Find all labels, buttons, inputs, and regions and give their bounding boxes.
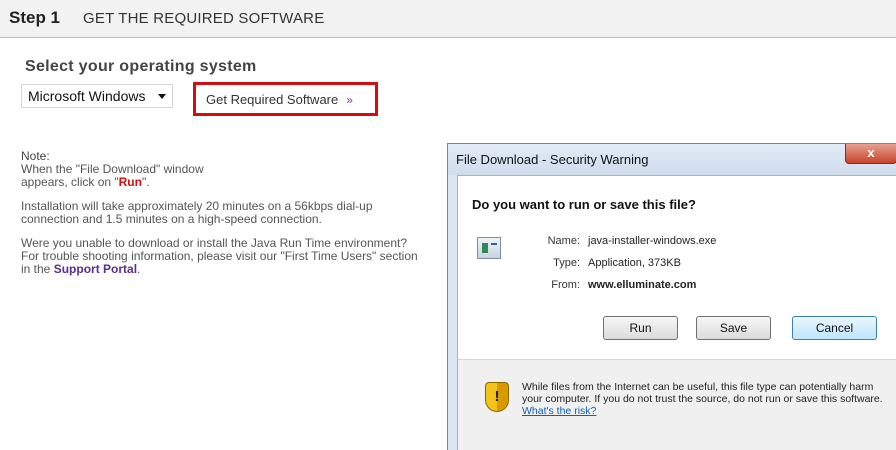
dialog-body: Do you want to run or save this file? Na… [457,175,896,450]
name-label: Name: [547,235,580,247]
troubleshoot-text: Were you unable to download or install t… [21,237,421,276]
run-button[interactable]: Run [603,316,678,340]
note-label: Note: [21,149,50,163]
type-label: Type: [553,257,580,269]
step-header: Step 1 GET THE REQUIRED SOFTWARE [0,0,896,38]
file-type-icon [477,237,501,259]
note-line-1: When the "File Download" window [21,162,204,176]
from-value: www.elluminate.com [588,279,697,291]
troubleshoot-period: . [137,262,141,276]
shield-glyph: ! [494,388,500,405]
dialog-titlebar[interactable]: File Download - Security Warning x [448,144,896,175]
get-required-software-label: Get Required Software [206,92,339,107]
run-emphasis: Run [118,175,142,189]
get-required-software-button[interactable]: Get Required Software » [193,82,378,116]
note-block: Note: When the "File Download" window ap… [21,150,421,189]
note-line-2-suffix: ". [141,175,150,189]
dialog-title: File Download - Security Warning [456,152,649,167]
step-title: GET THE REQUIRED SOFTWARE [83,10,325,27]
os-select[interactable]: Microsoft Windows [21,84,173,108]
name-value: java-installer-windows.exe [588,235,717,247]
shield-warning-icon: ! [485,382,509,412]
note-line-2-prefix: appears, click on " [21,175,119,189]
save-button[interactable]: Save [696,316,771,340]
chevron-down-icon [158,94,166,99]
step-number: Step 1 [9,8,61,27]
close-icon[interactable]: x [845,144,896,164]
support-portal-link[interactable]: Support Portal [54,262,137,276]
os-select-value: Microsoft Windows [28,88,146,104]
from-label: From: [551,279,580,291]
type-value: Application, 373KB [588,257,681,269]
notes-section: Note: When the "File Download" window ap… [21,150,421,287]
cancel-button[interactable]: Cancel [792,316,877,340]
warning-area: ! While files from the Internet can be u… [458,360,896,450]
file-download-dialog: File Download - Security Warning x Do yo… [447,143,896,450]
dialog-question: Do you want to run or save this file? [472,197,696,212]
warning-body: While files from the Internet can be use… [522,381,883,405]
install-time-text: Installation will take approximately 20 … [21,199,373,226]
os-heading: Select your operating system [25,58,257,75]
warning-text: While files from the Internet can be use… [522,381,892,417]
whats-the-risk-link[interactable]: What's the risk? [522,405,596,417]
double-arrow-icon: » [346,93,353,107]
